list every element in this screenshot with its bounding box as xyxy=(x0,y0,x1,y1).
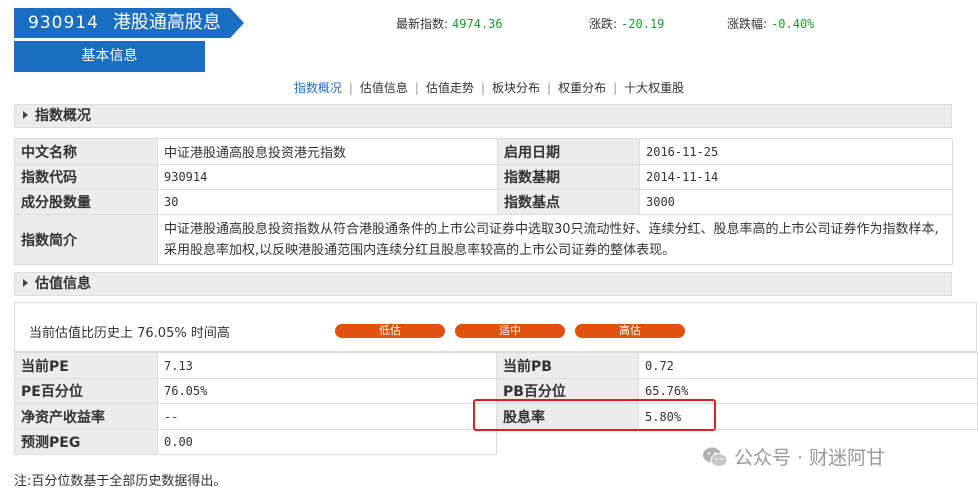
watermark-text: 公众号 · 财迷阿甘 xyxy=(734,447,886,469)
cell-label: 指数简介 xyxy=(14,214,158,265)
expand-triangle-icon xyxy=(23,279,28,287)
cell-label: 指数基点 xyxy=(497,189,640,215)
nav-overview[interactable]: 指数概况 xyxy=(287,81,349,95)
watermark: 公众号 · 财迷阿甘 xyxy=(702,443,885,470)
change-value: -20.19 xyxy=(621,17,665,31)
index-title-banner: 930914 港股通高股息 xyxy=(14,8,244,38)
change-pct-value: -0.40% xyxy=(771,17,815,31)
section-nav: 指数概况 | 估值信息 | 估值走势 | 板块分布 | 权重分布 | 十大权重股 xyxy=(0,79,978,96)
level-low-pill: 低估 xyxy=(335,324,445,338)
cell-value: 2014-11-14 xyxy=(639,164,953,190)
cell-value: 3000 xyxy=(639,189,953,215)
level-mid-pill: 适中 xyxy=(455,324,565,338)
expand-triangle-icon xyxy=(23,111,28,119)
cell-value: 0.00 xyxy=(157,429,497,455)
table-row: 当前PE 7.13 当前PB 0.72 xyxy=(14,352,978,379)
wechat-icon xyxy=(702,446,728,468)
cell-value: 2016-11-25 xyxy=(639,138,953,165)
index-intro-text: 中证港股通高股息投资指数从符合港股通条件的上市公司证券中选取30只流动性好、连续… xyxy=(157,214,953,265)
valuation-title: 估值信息 xyxy=(35,276,91,292)
nav-top10[interactable]: 十大权重股 xyxy=(617,81,691,95)
dividend-yield-highlight xyxy=(473,399,716,431)
cell-value: 中证港股通高股息投资港元指数 xyxy=(157,138,498,165)
latest-index-label: 最新指数: xyxy=(396,17,449,31)
overview-table: 中文名称 中证港股通高股息投资港元指数 启用日期 2016-11-25 指数代码… xyxy=(14,138,953,265)
change-pct: 涨跌幅: -0.40% xyxy=(727,15,814,32)
cell-label: 指数代码 xyxy=(14,164,158,190)
cell-value: 30 xyxy=(157,189,498,215)
overview-title: 指数概况 xyxy=(35,108,91,124)
cell-label: 净资产收益率 xyxy=(14,403,158,430)
table-row: 指数简介 中证港股通高股息投资指数从符合港股通条件的上市公司证券中选取30只流动… xyxy=(14,214,953,265)
table-row: 成分股数量 30 指数基点 3000 xyxy=(14,189,953,215)
cell-label: 中文名称 xyxy=(14,138,158,165)
table-row: 指数代码 930914 指数基期 2014-11-14 xyxy=(14,164,953,190)
cell-value: -- xyxy=(157,403,497,430)
footnote: 注:百分位数基于全部历史数据得出。 xyxy=(14,474,227,489)
cell-label: 当前PE xyxy=(14,352,158,379)
cell-label: PE百分位 xyxy=(14,378,158,404)
nav-valuation-trend[interactable]: 估值走势 xyxy=(419,81,481,95)
valuation-summary: 当前估值比历史上 76.05% 时间高 xyxy=(29,326,230,341)
table-row: 中文名称 中证港股通高股息投资港元指数 启用日期 2016-11-25 xyxy=(14,138,953,165)
latest-index-value: 4974.36 xyxy=(452,17,503,31)
change: 涨跌: -20.19 xyxy=(589,15,664,32)
overview-section-header[interactable]: 指数概况 xyxy=(14,104,952,128)
valuation-level-box: 当前估值比历史上 76.05% 时间高 低估 适中 高估 xyxy=(14,302,977,352)
cell-label: 当前PB xyxy=(496,352,639,379)
basic-info-button[interactable]: 基本信息 xyxy=(14,41,205,72)
cell-value: 930914 xyxy=(157,164,498,190)
nav-valuation[interactable]: 估值信息 xyxy=(353,81,415,95)
level-high-pill: 高估 xyxy=(575,324,685,338)
cell-label: 预测PEG xyxy=(14,429,158,455)
cell-value: 0.72 xyxy=(638,352,978,379)
change-pct-label: 涨跌幅: xyxy=(727,17,768,31)
cell-value: 7.13 xyxy=(157,352,497,379)
cell-label: 指数基期 xyxy=(497,164,640,190)
nav-weight[interactable]: 权重分布 xyxy=(551,81,613,95)
empty-cell xyxy=(497,430,639,455)
nav-sector[interactable]: 板块分布 xyxy=(485,81,547,95)
cell-value: 76.05% xyxy=(157,378,497,404)
change-label: 涨跌: xyxy=(589,17,618,31)
cell-label: 启用日期 xyxy=(497,138,640,165)
index-name: 港股通高股息 xyxy=(112,12,221,33)
index-code: 930914 xyxy=(28,13,99,33)
cell-label: 成分股数量 xyxy=(14,189,158,215)
latest-index: 最新指数: 4974.36 xyxy=(396,15,503,32)
valuation-section-header[interactable]: 估值信息 xyxy=(14,272,952,296)
